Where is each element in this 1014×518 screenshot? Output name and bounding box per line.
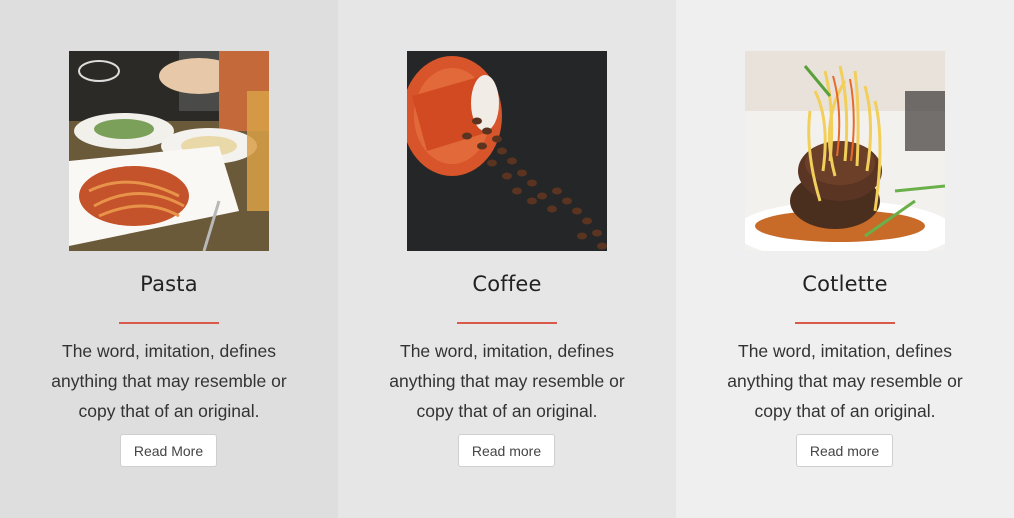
card-title: Cotlette <box>802 272 888 296</box>
menu-card-cotlette: Cotlette The word, imitation, defines an… <box>676 0 1014 518</box>
pasta-photo <box>69 51 269 251</box>
read-more-button[interactable]: Read more <box>796 434 893 467</box>
card-description: The word, imitation, defines anything th… <box>727 341 963 421</box>
read-more-button[interactable]: Read More <box>120 434 217 467</box>
menu-card-pasta: Pasta The word, imitation, defines anyth… <box>0 0 338 518</box>
title-divider <box>457 322 557 324</box>
cotlette-photo <box>745 51 945 251</box>
menu-card-coffee: Coffee The word, imitation, defines anyt… <box>338 0 676 518</box>
menu-cards-row: Pasta The word, imitation, defines anyth… <box>0 0 1014 518</box>
read-more-button[interactable]: Read more <box>458 434 555 467</box>
title-divider <box>795 322 895 324</box>
card-description: The word, imitation, defines anything th… <box>51 341 287 421</box>
title-divider <box>119 322 219 324</box>
card-description: The word, imitation, defines anything th… <box>389 341 625 421</box>
card-title: Pasta <box>140 272 198 296</box>
coffee-photo <box>407 51 607 251</box>
card-title: Coffee <box>472 272 542 296</box>
